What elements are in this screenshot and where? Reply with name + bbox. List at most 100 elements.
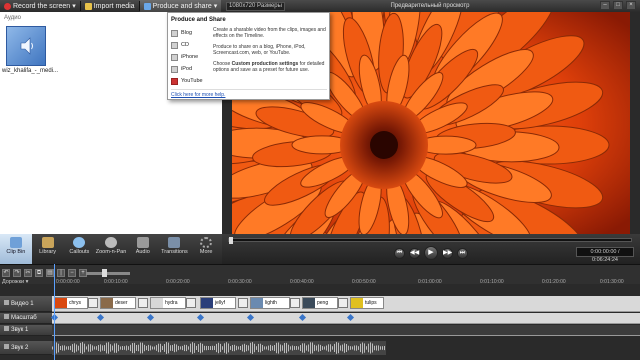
keyframe-marker[interactable] [96, 313, 105, 322]
rewind-icon[interactable]: ◀◀ [409, 247, 420, 259]
tab-zoom-n-pan[interactable]: Zoom-n-Pan [95, 234, 127, 264]
track-header[interactable]: Звук 1 [0, 325, 52, 336]
zoom-out-icon[interactable]: − [68, 269, 76, 277]
minimize-icon[interactable]: – [600, 1, 610, 10]
timeline-clip[interactable]: lighth [250, 297, 290, 309]
playback-controls: ⏮ ◀◀ ▶ ▶▶ ⏭ [394, 246, 468, 260]
produce-share-tooltip: Produce and Share Blog CD iPhone iPod Yo… [167, 12, 330, 100]
zoom-slider-handle[interactable] [102, 269, 107, 277]
cut-icon[interactable]: ✂ [24, 269, 32, 277]
speaker-icon [20, 37, 33, 55]
transition-marker[interactable] [88, 298, 98, 308]
maximize-icon[interactable]: □ [613, 1, 623, 10]
skip-forward-icon[interactable]: ⏭ [457, 247, 468, 259]
list-item-label: iPhone [181, 54, 199, 60]
clip-thumbnail [351, 298, 363, 308]
list-item-label: iPod [181, 66, 193, 72]
track-header[interactable]: Масштаб [0, 313, 52, 324]
undo-icon[interactable]: ↶ [2, 269, 10, 277]
list-item-label: CD [181, 42, 189, 48]
chevron-down-icon[interactable]: ▾ [214, 2, 218, 10]
timeline-clip[interactable]: jellyf [200, 297, 236, 309]
timeline: Видео 1 chrys deser hydra jellyf lighth … [0, 284, 640, 360]
tooltip-destinations: Blog CD iPhone iPod YouTube [171, 27, 209, 87]
tooltip-body: Create a sharable video from the clips, … [213, 27, 327, 78]
more-icon [200, 237, 213, 248]
zoom-icon [105, 237, 118, 248]
track-toggle[interactable] [4, 326, 9, 331]
playhead[interactable] [54, 264, 55, 360]
tab-transitions[interactable]: Transitions [159, 234, 191, 264]
list-item: YouTube [171, 75, 209, 87]
produce-icon [143, 2, 151, 10]
audio-track[interactable] [52, 325, 640, 336]
chevron-down-icon[interactable]: ▾ [72, 2, 76, 10]
help-link[interactable]: Click here for more help. [171, 92, 225, 98]
library-icon [41, 237, 54, 248]
tab-audio[interactable]: Audio [127, 234, 159, 264]
scrub-bar[interactable] [228, 237, 632, 244]
transition-marker[interactable] [138, 298, 148, 308]
keyframe-marker[interactable] [146, 313, 155, 322]
track-toggle[interactable] [4, 314, 9, 319]
playback-bar: ⏮ ◀◀ ▶ ▶▶ ⏭ 0:00:00:00 / 0:06:24:24 [222, 234, 640, 264]
play-icon[interactable]: ▶ [424, 246, 438, 260]
audio-waveform[interactable] [52, 341, 386, 355]
transition-marker[interactable] [238, 298, 248, 308]
tab-more[interactable]: More [190, 234, 222, 264]
tab-library[interactable]: Library [32, 234, 64, 264]
tab-label: Library [39, 249, 56, 255]
ipod-icon [171, 65, 178, 73]
redo-icon[interactable]: ↷ [13, 269, 21, 277]
track-header[interactable]: Звук 2 [0, 341, 52, 355]
copy-icon[interactable]: ⧉ [35, 269, 43, 277]
size-select[interactable]: 1080x720 Размеры [226, 1, 285, 11]
list-item: iPod [171, 63, 209, 75]
tab-label: Clip Bin [6, 249, 26, 255]
window-controls: – □ × [600, 1, 636, 10]
list-item: iPhone [171, 51, 209, 63]
track-toggle[interactable] [4, 300, 9, 305]
track-header[interactable]: Видео 1 [0, 296, 52, 312]
transition-marker[interactable] [186, 298, 196, 308]
transition-marker[interactable] [338, 298, 348, 308]
task-tabs: Clip Bin Library Callouts Zoom-n-Pan Aud… [0, 234, 222, 264]
timecode: 0:00:00:00 / 0:06:24:24 [576, 247, 634, 263]
timeline-clip[interactable]: peng [302, 297, 338, 309]
clip-thumbnail [251, 298, 263, 308]
paste-icon[interactable]: ▤ [46, 269, 54, 277]
transition-marker[interactable] [290, 298, 300, 308]
tooltip-divider [171, 89, 327, 90]
iphone-icon [171, 53, 178, 61]
record-label: Record the screen [13, 2, 71, 10]
close-icon[interactable]: × [626, 1, 636, 10]
zoom-slider[interactable] [86, 269, 130, 277]
keyframe-marker[interactable] [196, 313, 205, 322]
audio-clip-thumbnail[interactable] [6, 26, 46, 66]
track-toggle[interactable] [4, 344, 9, 349]
keyframe-marker[interactable] [298, 313, 307, 322]
timeline-clip[interactable]: chrys [54, 297, 88, 309]
clip-thumbnail [101, 298, 113, 308]
produce-share-button[interactable]: Produce and share ▾ [139, 0, 222, 12]
tab-callouts[interactable]: Callouts [63, 234, 95, 264]
clip-label: jellyf [215, 300, 226, 306]
import-media-button[interactable]: Import media [81, 0, 139, 12]
timeline-tools: ↶ ↷ ✂ ⧉ ▤ | − + [2, 269, 87, 277]
keyframe-marker[interactable] [346, 313, 355, 322]
video-track[interactable]: chrys deser hydra jellyf lighth peng tul… [52, 296, 640, 312]
timeline-clip[interactable]: tulips [350, 297, 384, 309]
list-item: Blog [171, 27, 209, 39]
fast-forward-icon[interactable]: ▶▶ [442, 247, 453, 259]
keyframe-marker[interactable] [246, 313, 255, 322]
record-screen-button[interactable]: Record the screen ▾ [0, 0, 80, 12]
timeline-clip[interactable]: hydra [150, 297, 186, 309]
tab-clip-bin[interactable]: Clip Bin [0, 234, 32, 264]
skip-back-icon[interactable]: ⏮ [394, 247, 405, 259]
zoom-track[interactable] [50, 313, 640, 324]
split-icon[interactable]: | [57, 269, 65, 277]
scrub-handle[interactable] [229, 237, 233, 244]
timeline-clip[interactable]: deser [100, 297, 136, 309]
clip-thumbnail [201, 298, 213, 308]
timeline-toolbar: ↶ ↷ ✂ ⧉ ▤ | − + Дорожки ▾ 0:00:00:00 0:0… [0, 264, 640, 285]
